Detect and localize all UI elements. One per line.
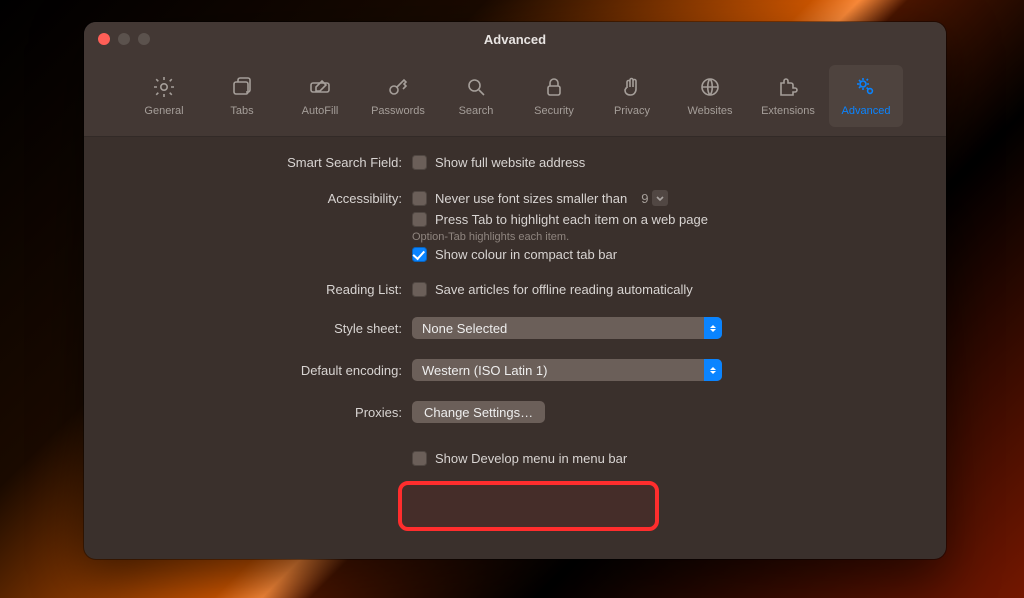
- style-sheet-label: Style sheet:: [84, 321, 412, 336]
- titlebar[interactable]: Advanced: [84, 22, 946, 56]
- gears-icon: [854, 75, 878, 99]
- show-full-address-label: Show full website address: [435, 155, 585, 170]
- min-font-value: 9: [641, 191, 648, 206]
- prefs-toolbar: General Tabs AutoFill Passwords Search: [84, 56, 946, 137]
- tab-autofill[interactable]: AutoFill: [283, 65, 357, 127]
- press-tab-checkbox[interactable]: [412, 212, 427, 227]
- search-icon: [464, 75, 488, 99]
- style-sheet-select[interactable]: None Selected: [412, 317, 722, 339]
- tab-label: Privacy: [614, 105, 650, 117]
- tab-extensions[interactable]: Extensions: [751, 65, 825, 127]
- show-full-address-checkbox[interactable]: [412, 155, 427, 170]
- proxies-label: Proxies:: [84, 405, 412, 420]
- show-develop-checkbox[interactable]: [412, 451, 427, 466]
- content: Smart Search Field: Show full website ad…: [84, 137, 946, 559]
- tab-search[interactable]: Search: [439, 65, 513, 127]
- default-encoding-label: Default encoding:: [84, 363, 412, 378]
- save-offline-label: Save articles for offline reading automa…: [435, 282, 693, 297]
- tab-label: Search: [459, 105, 494, 117]
- preferences-window: Advanced General Tabs AutoFill Passwords: [84, 22, 946, 559]
- tab-label: Passwords: [371, 105, 425, 117]
- tab-label: Extensions: [761, 105, 815, 117]
- tab-advanced[interactable]: Advanced: [829, 65, 903, 127]
- save-offline-checkbox[interactable]: [412, 282, 427, 297]
- tab-passwords[interactable]: Passwords: [361, 65, 435, 127]
- select-stepper-icon: [704, 359, 722, 381]
- change-settings-button[interactable]: Change Settings…: [412, 401, 545, 423]
- min-font-checkbox[interactable]: [412, 191, 427, 206]
- tab-label: Advanced: [842, 105, 891, 117]
- compact-colour-checkbox[interactable]: [412, 247, 427, 262]
- smart-search-label: Smart Search Field:: [84, 155, 412, 170]
- tab-label: AutoFill: [302, 105, 339, 117]
- reading-list-label: Reading List:: [84, 282, 412, 297]
- style-sheet-value: None Selected: [422, 321, 507, 336]
- tab-label: General: [144, 105, 183, 117]
- tab-privacy[interactable]: Privacy: [595, 65, 669, 127]
- window-title: Advanced: [84, 32, 946, 47]
- hand-icon: [620, 75, 644, 99]
- tab-label: Tabs: [230, 105, 253, 117]
- change-settings-label: Change Settings…: [424, 405, 533, 420]
- press-tab-label: Press Tab to highlight each item on a we…: [435, 212, 708, 227]
- tab-security[interactable]: Security: [517, 65, 591, 127]
- tab-general[interactable]: General: [127, 65, 201, 127]
- key-icon: [386, 75, 410, 99]
- default-encoding-value: Western (ISO Latin 1): [422, 363, 547, 378]
- chevron-down-icon[interactable]: [652, 190, 668, 206]
- lock-icon: [542, 75, 566, 99]
- pencil-field-icon: [308, 75, 332, 99]
- show-develop-label: Show Develop menu in menu bar: [435, 451, 627, 466]
- min-font-label: Never use font sizes smaller than: [435, 191, 627, 206]
- tab-websites[interactable]: Websites: [673, 65, 747, 127]
- puzzle-icon: [776, 75, 800, 99]
- compact-colour-label: Show colour in compact tab bar: [435, 247, 617, 262]
- tab-tabs[interactable]: Tabs: [205, 65, 279, 127]
- highlight-annotation: [398, 481, 659, 531]
- accessibility-label: Accessibility:: [84, 191, 412, 206]
- select-stepper-icon: [704, 317, 722, 339]
- gear-icon: [152, 75, 176, 99]
- globe-icon: [698, 75, 722, 99]
- min-font-stepper[interactable]: 9: [641, 190, 668, 206]
- option-tab-hint: Option-Tab highlights each item.: [412, 231, 920, 243]
- tab-label: Websites: [687, 105, 732, 117]
- tabs-icon: [230, 75, 254, 99]
- default-encoding-select[interactable]: Western (ISO Latin 1): [412, 359, 722, 381]
- tab-label: Security: [534, 105, 574, 117]
